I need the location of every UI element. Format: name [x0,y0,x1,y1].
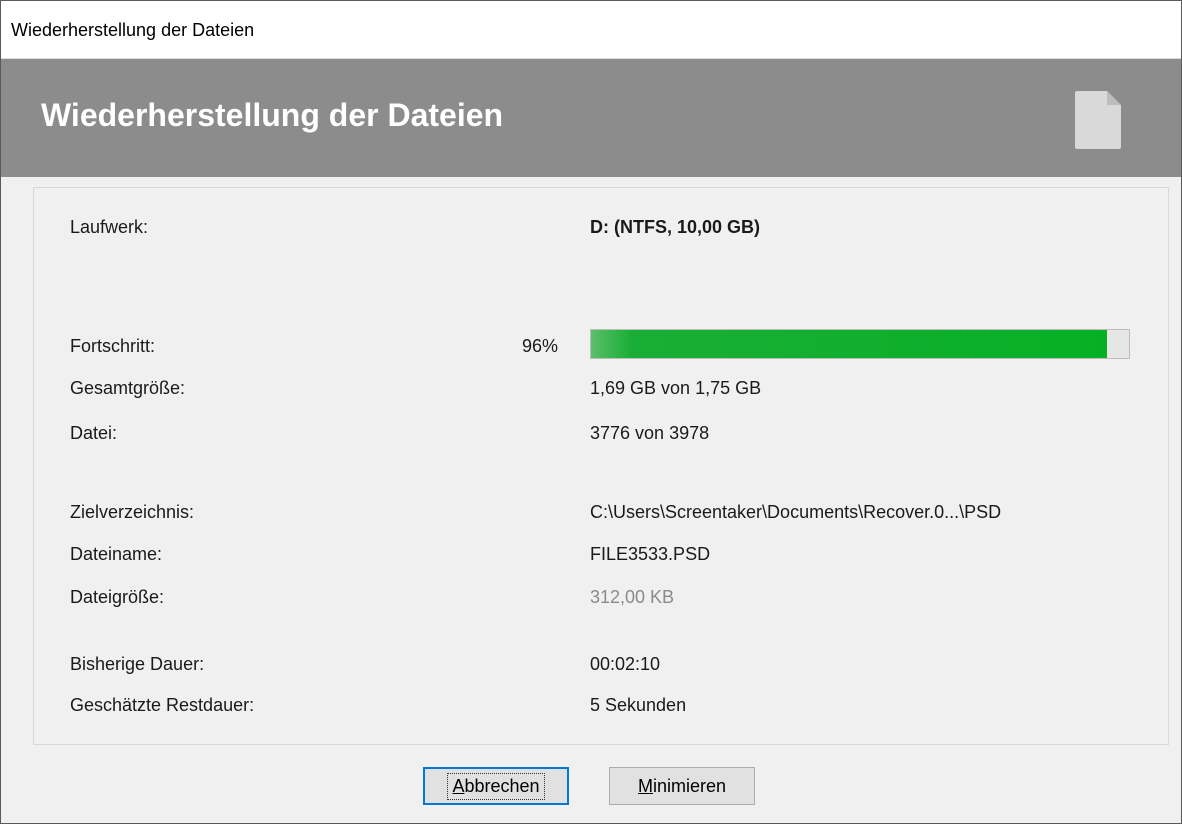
file-name-label: Dateiname: [70,544,163,564]
file-size-value: 312,00 KB [590,587,675,607]
file-count-value: 3776 von 3978 [590,423,710,443]
target-dir-value: C:\Users\Screentaker\Documents\Recover.0… [590,502,1002,522]
target-dir-label: Zielverzeichnis: [70,502,195,522]
total-size-label: Gesamtgröße: [70,378,186,398]
document-icon [1075,91,1121,149]
file-name-value: FILE3533.PSD [590,544,711,564]
file-count-label: Datei: [70,423,118,443]
drive-value: D: (NTFS, 10,00 GB) [590,217,761,237]
header-banner: Wiederherstellung der Dateien [1,59,1181,177]
title-bar[interactable]: Wiederherstellung der Dateien [1,1,1181,59]
remaining-label: Geschätzte Restdauer: [70,695,255,715]
cancel-button[interactable]: Abbrechen [423,767,569,805]
minimize-accelerator: M [637,775,653,796]
progress-percent: 96% [521,336,558,356]
elapsed-value: 00:02:10 [590,654,661,674]
minimize-button[interactable]: Minimieren [609,767,755,805]
remaining-value: 5 Sekunden [590,695,687,715]
details-panel: Laufwerk: D: (NTFS, 10,00 GB) Fortschrit… [33,187,1169,745]
window-title: Wiederherstellung der Dateien [11,20,255,40]
cancel-label-rest: bbrechen [464,775,540,796]
elapsed-label: Bisherige Dauer: [70,654,205,674]
progress-label: Fortschritt: [70,336,156,356]
progress-bar [590,329,1130,359]
file-size-label: Dateigröße: [70,587,165,607]
cancel-accelerator: A [452,775,465,796]
total-size-value: 1,69 GB von 1,75 GB [590,378,762,398]
drive-label: Laufwerk: [70,217,149,237]
recovery-window: Wiederherstellung der Dateien Wiederhers… [0,0,1182,824]
minimize-label-rest: inimieren [652,775,727,796]
banner-heading: Wiederherstellung der Dateien [41,97,504,133]
progress-bar-fill [591,330,1108,358]
